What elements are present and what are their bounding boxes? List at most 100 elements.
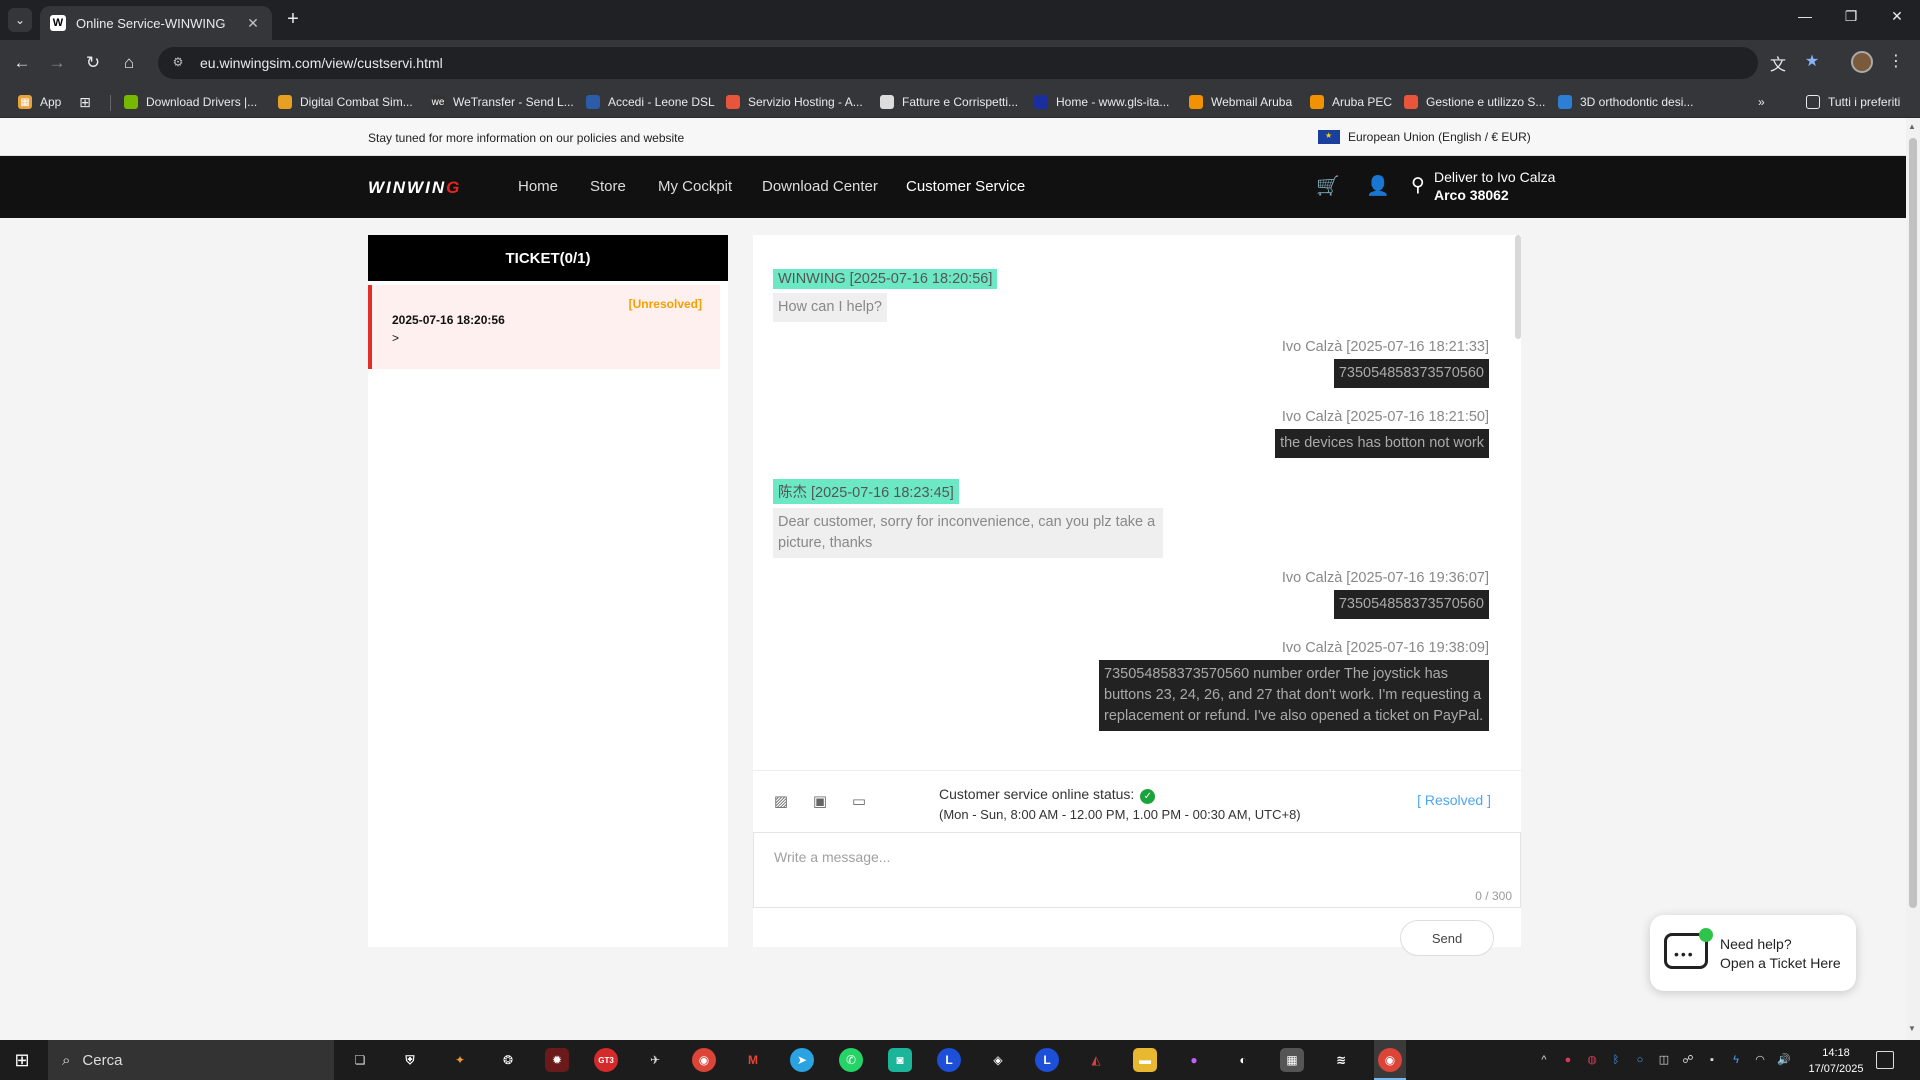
bookmark-item[interactable]: Fatture e Corrispetti...: [880, 93, 1018, 111]
bookmark-item[interactable]: Digital Combat Sim...: [278, 93, 413, 111]
message-input[interactable]: [774, 849, 1494, 879]
gt3-app-icon[interactable]: GT3: [594, 1048, 618, 1072]
nav-home[interactable]: Home: [518, 178, 558, 195]
region-selector[interactable]: European Union (English / € EUR): [1318, 130, 1531, 144]
shield-icon[interactable]: ⛨: [398, 1048, 422, 1072]
bookmark-item[interactable]: Download Drivers |...: [124, 93, 257, 111]
page-scrollbar[interactable]: ▲ ▼: [1906, 118, 1920, 1040]
leone-icon: [586, 95, 600, 109]
nav-my-cockpit[interactable]: My Cockpit: [658, 178, 732, 195]
tray-app-icon[interactable]: ◍: [1584, 1052, 1600, 1068]
new-tab-plus-icon[interactable]: +: [282, 9, 304, 31]
bookmark-item[interactable]: we WeTransfer - Send L...: [431, 93, 574, 111]
calculator-icon[interactable]: ▦: [1280, 1048, 1304, 1072]
scroll-up-icon[interactable]: ▲: [1908, 122, 1916, 131]
back-arrow-icon[interactable]: ←: [10, 51, 34, 75]
bluetooth-icon[interactable]: ᛒ: [1608, 1052, 1624, 1068]
browser-menu-icon[interactable]: ⋮: [1884, 51, 1908, 71]
app-icon[interactable]: ❂: [496, 1048, 520, 1072]
bookmark-item[interactable]: Servizio Hosting - A...: [726, 93, 863, 111]
bookmark-star-icon[interactable]: ★: [1800, 51, 1824, 71]
tab-groups-icon[interactable]: ⊞: [78, 93, 100, 111]
tray-app-icon[interactable]: ☍: [1680, 1052, 1696, 1068]
tray-overflow-chevron-icon[interactable]: ^: [1536, 1052, 1552, 1068]
bookmark-item[interactable]: Accedi - Leone DSL: [586, 93, 715, 111]
app-icon[interactable]: ◭: [1084, 1048, 1108, 1072]
scroll-down-icon[interactable]: ▼: [1908, 1024, 1916, 1033]
window-minimize-icon[interactable]: —: [1790, 8, 1820, 24]
bookmark-item[interactable]: Gestione e utilizzo S...: [1404, 93, 1545, 111]
windows-start-icon[interactable]: ⊞: [12, 1050, 32, 1070]
webmail-aruba-icon: [1189, 95, 1203, 109]
chrome-active-icon[interactable]: ◉: [1378, 1048, 1402, 1072]
volume-icon[interactable]: 🔊: [1776, 1052, 1792, 1068]
app-icon[interactable]: ◙: [888, 1048, 912, 1072]
bookmark-item[interactable]: 3D orthodontic desi...: [1558, 93, 1693, 111]
send-button[interactable]: Send: [1400, 920, 1494, 956]
gmail-icon[interactable]: M: [741, 1048, 765, 1072]
file-explorer-icon[interactable]: ▬: [1133, 1048, 1157, 1072]
wetransfer-icon: we: [431, 95, 445, 109]
tab-search-dropdown-icon[interactable]: ⌄: [8, 8, 32, 32]
window-close-icon[interactable]: ✕: [1882, 8, 1912, 25]
chat-messages-area[interactable]: WINWING [2025-07-16 18:20:56] How can I …: [753, 235, 1521, 770]
telegram-icon[interactable]: ➤: [790, 1048, 814, 1072]
site-info-icon[interactable]: ⚙: [170, 55, 186, 71]
window-restore-icon[interactable]: ❐: [1836, 8, 1866, 25]
nav-download-center[interactable]: Download Center: [762, 178, 878, 195]
app-icon[interactable]: ✹: [545, 1048, 569, 1072]
translate-icon[interactable]: 文: [1766, 51, 1790, 75]
wifi-icon[interactable]: ◠: [1752, 1052, 1768, 1068]
browser-tab-active[interactable]: W Online Service-WINWING ✕: [40, 6, 272, 40]
task-view-icon[interactable]: ❏: [348, 1048, 372, 1072]
forward-arrow-icon[interactable]: →: [45, 51, 69, 75]
app-icon[interactable]: ✦: [448, 1048, 472, 1072]
app-icon[interactable]: L: [1035, 1048, 1059, 1072]
app-icon[interactable]: ◐: [1231, 1048, 1255, 1072]
bookmarks-overflow-chevron-icon[interactable]: »: [1758, 93, 1765, 111]
notification-center-icon[interactable]: [1876, 1051, 1894, 1069]
account-user-icon[interactable]: 👤: [1366, 174, 1390, 198]
region-label: European Union (English / € EUR): [1348, 130, 1531, 144]
cart-icon[interactable]: 🛒: [1316, 174, 1340, 198]
chat-scrollbar[interactable]: [1515, 235, 1521, 339]
tab-close-icon[interactable]: ✕: [244, 15, 262, 32]
bookmark-item[interactable]: Webmail Aruba: [1189, 93, 1292, 111]
tray-app-icon[interactable]: ◫: [1656, 1052, 1672, 1068]
reload-icon[interactable]: ↻: [81, 51, 105, 75]
video-upload-icon[interactable]: ▣: [810, 792, 830, 810]
help-ticket-widget[interactable]: ••• Need help? Open a Ticket Here: [1650, 915, 1856, 991]
tray-app-icon[interactable]: ●: [1560, 1052, 1576, 1068]
tray-app-icon[interactable]: ○: [1632, 1052, 1648, 1068]
app-icon[interactable]: ●: [1182, 1048, 1206, 1072]
bookmark-item[interactable]: Aruba PEC: [1310, 93, 1392, 111]
address-bar[interactable]: ⚙ eu.winwingsim.com/view/custservi.html: [158, 47, 1758, 79]
nav-store[interactable]: Store: [590, 178, 626, 195]
home-icon[interactable]: ⌂: [117, 51, 141, 75]
chat-message: WINWING [2025-07-16 18:20:56] How can I …: [773, 269, 998, 322]
app-icon[interactable]: ◈: [986, 1048, 1010, 1072]
app-icon[interactable]: L: [937, 1048, 961, 1072]
tray-app-icon[interactable]: ϟ: [1728, 1052, 1744, 1068]
resolved-button[interactable]: [ Resolved ]: [1417, 792, 1491, 808]
folder-upload-icon[interactable]: ▭: [849, 792, 869, 810]
winwing-logo[interactable]: WINWING: [368, 178, 461, 198]
ticket-item[interactable]: [Unresolved] 2025-07-16 18:20:56 >: [368, 285, 720, 369]
announcement-bar: Stay tuned for more information on our p…: [0, 118, 1906, 156]
image-upload-icon[interactable]: ▨: [771, 792, 791, 810]
taskbar-clock[interactable]: 14:18 17/07/2025: [1808, 1045, 1864, 1077]
bookmark-item[interactable]: Home - www.gls-ita...: [1034, 93, 1169, 111]
tray-app-icon[interactable]: ▪: [1704, 1052, 1720, 1068]
all-bookmarks-folder[interactable]: Tutti i preferiti: [1806, 93, 1900, 111]
nav-customer-service[interactable]: Customer Service: [906, 178, 1025, 195]
scroll-thumb[interactable]: [1909, 138, 1917, 908]
app-icon[interactable]: ≋: [1329, 1048, 1353, 1072]
whatsapp-icon[interactable]: ✆: [839, 1048, 863, 1072]
location-pin-icon[interactable]: ⚲: [1406, 174, 1430, 198]
bookmark-apps[interactable]: ▦ App: [18, 93, 61, 111]
chrome-icon[interactable]: ◉: [692, 1048, 716, 1072]
profile-avatar[interactable]: [1851, 51, 1873, 73]
taskbar-search[interactable]: ⌕ Cerca: [48, 1040, 334, 1080]
app-icon[interactable]: ✈: [643, 1048, 667, 1072]
deliver-to[interactable]: Deliver to Ivo Calza Arco 38062: [1434, 168, 1555, 204]
